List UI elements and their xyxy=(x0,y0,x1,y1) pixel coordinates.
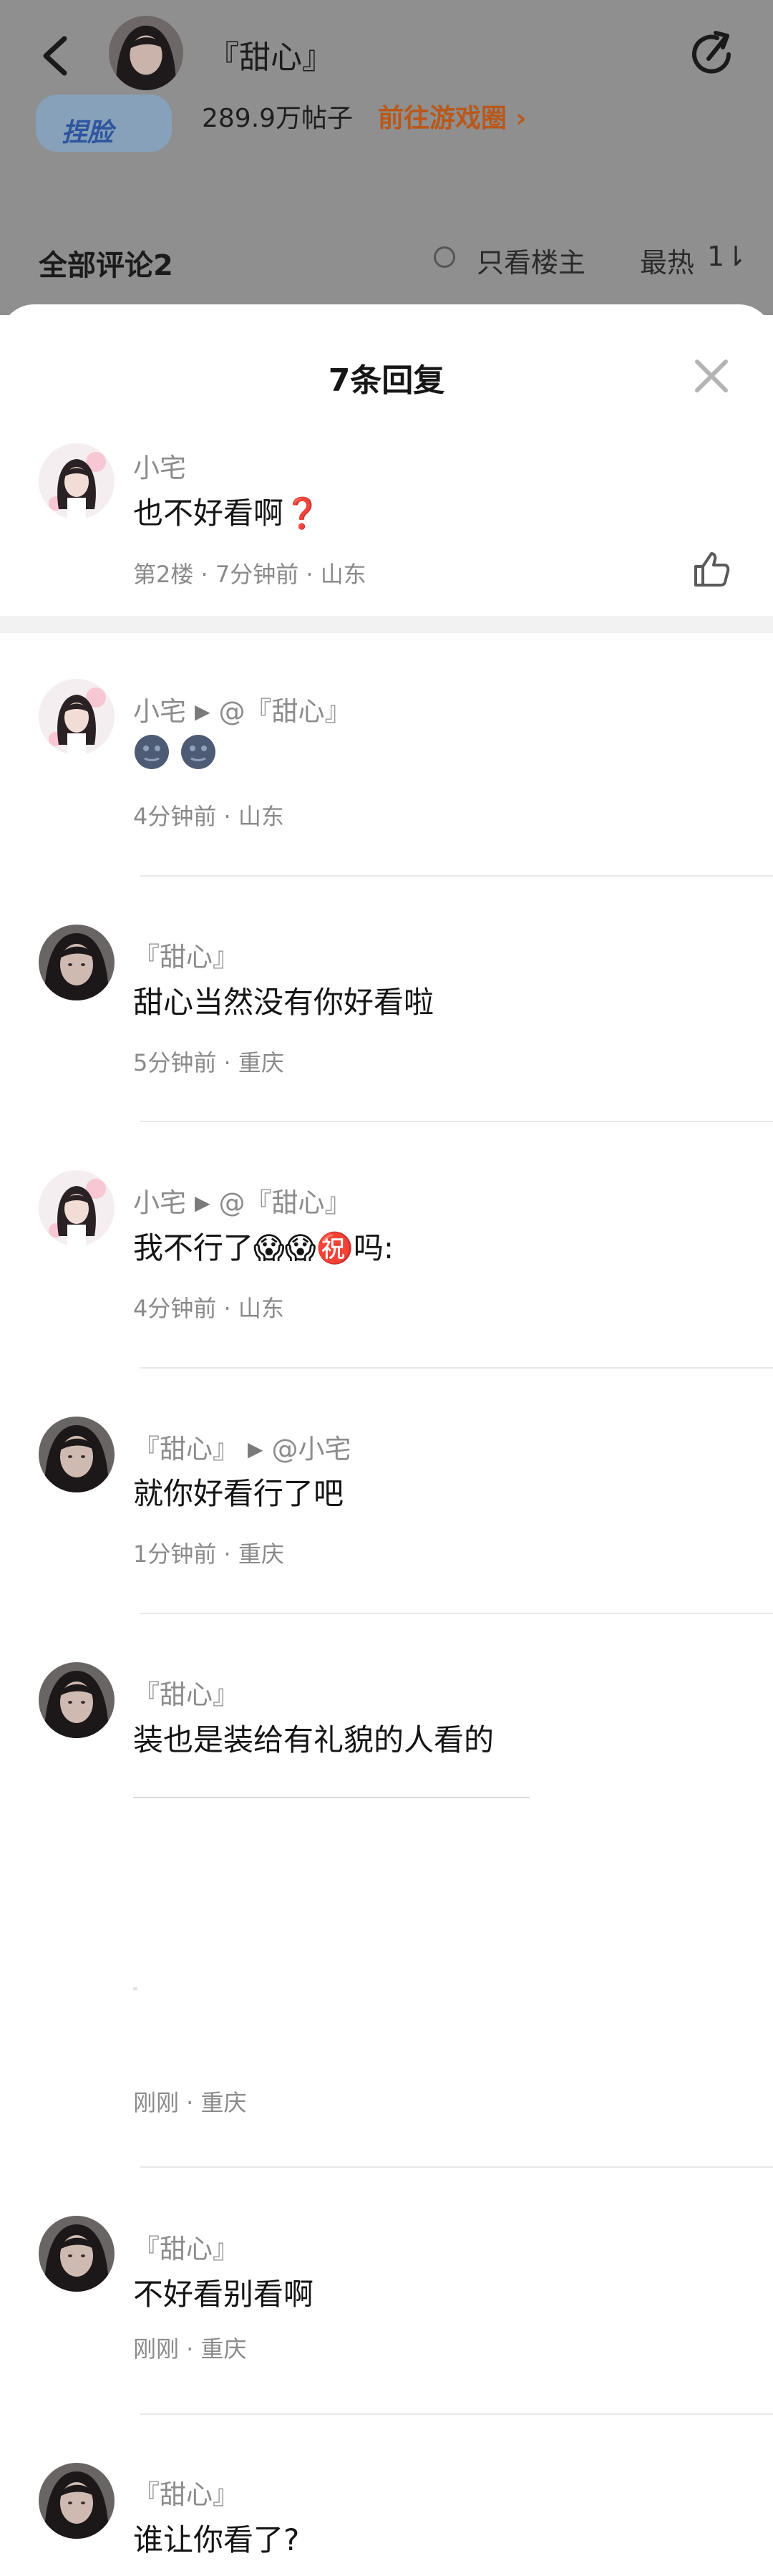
divider xyxy=(140,1121,773,1122)
game-circle-link[interactable]: 前往游戏圈 › xyxy=(378,97,526,135)
reply-meta: 刚刚 · 重庆 xyxy=(133,2089,247,2116)
share-arrow-icon xyxy=(692,31,731,74)
back-button[interactable] xyxy=(29,27,86,85)
divider xyxy=(140,1367,773,1369)
reply-author-line: 小宅 ▶ @『甜心』 xyxy=(133,1181,351,1220)
header-avatar[interactable] xyxy=(109,16,183,90)
chevron-left-icon xyxy=(43,36,67,76)
thumbs-up-icon xyxy=(694,552,730,587)
reply-meta: 5分钟前 · 重庆 xyxy=(133,1049,284,1076)
share-button[interactable] xyxy=(684,26,742,83)
avatar[interactable] xyxy=(39,679,115,755)
reply-author[interactable]: 小宅 xyxy=(133,1187,186,1218)
new-moon-face-icon xyxy=(135,734,169,769)
game-post-count: 289.9万帖子 xyxy=(202,104,354,133)
reply-meta: 刚刚 · 重庆 xyxy=(133,2335,247,2363)
reply-meta: 4分钟前 · 山东 xyxy=(133,1295,284,1322)
divider xyxy=(140,875,773,877)
top-header: 『甜心』 xyxy=(0,0,773,107)
content-underline xyxy=(133,1797,530,1798)
divider xyxy=(140,1613,773,1614)
reply-author[interactable]: 『甜心』 xyxy=(133,942,239,973)
reply-author[interactable]: 『甜心』 xyxy=(133,1434,239,1465)
like-button[interactable] xyxy=(691,549,731,589)
avatar[interactable] xyxy=(39,2216,115,2292)
reply-target[interactable]: @小宅 xyxy=(272,1434,351,1465)
game-logo[interactable]: 捏脸 xyxy=(36,95,172,152)
sheet-title: 7条回复 xyxy=(328,362,445,399)
header-title: 『甜心』 xyxy=(208,39,334,76)
reply-text: 就你好看行了吧 xyxy=(133,1476,344,1511)
reply-author-line: 『甜心』 xyxy=(133,1673,239,1712)
reply-arrow-icon: ▶ xyxy=(195,1191,210,1215)
reply-target[interactable]: @『甜心』 xyxy=(219,696,351,727)
reply-arrow-icon: ▶ xyxy=(195,700,210,723)
reply-text: 不好看别看啊 xyxy=(133,2277,314,2312)
comment-author[interactable]: 小宅 xyxy=(133,446,186,485)
reply-text: 甜心当然没有你好看啦 xyxy=(133,985,434,1020)
divider xyxy=(140,2166,773,2168)
close-icon xyxy=(695,360,728,392)
sort-hot-button[interactable]: 最热 xyxy=(640,241,694,280)
avatar[interactable] xyxy=(39,1662,115,1738)
reply-author-line: 『甜心』 ▶ @小宅 xyxy=(133,1427,351,1466)
reply-author[interactable]: 『甜心』 xyxy=(133,2234,239,2264)
reply-author-line: 『甜心』 xyxy=(133,2227,239,2266)
avatar[interactable] xyxy=(39,1417,115,1492)
avatar[interactable] xyxy=(39,443,115,519)
new-moon-face-icon xyxy=(181,734,216,769)
comment-text: 也不好看啊❓ xyxy=(133,496,321,531)
all-comments-heading: 全部评论2 xyxy=(39,249,173,282)
reply-meta: 4分钟前 · 山东 xyxy=(133,803,284,830)
reply-author-line: 小宅 ▶ @『甜心』 xyxy=(133,690,351,728)
avatar[interactable] xyxy=(39,925,115,1000)
reply-target[interactable]: @『甜心』 xyxy=(219,1187,351,1218)
reply-author-line: 『甜心』 xyxy=(133,2473,239,2512)
section-separator xyxy=(0,616,773,633)
reply-meta: 1分钟前 · 重庆 xyxy=(133,1540,284,1568)
reply-arrow-icon: ▶ xyxy=(248,1437,263,1461)
placeholder-mark xyxy=(133,1987,137,1990)
reply-author[interactable]: 『甜心』 xyxy=(133,1679,239,1710)
only-op-radio[interactable] xyxy=(434,246,455,268)
background-page: 『甜心』 捏脸 289.9万帖子 前往游戏圈 › 全部评论2 只看楼主 最热 1… xyxy=(0,0,773,315)
close-button[interactable] xyxy=(690,354,733,397)
avatar[interactable] xyxy=(39,2463,115,2539)
divider xyxy=(140,2413,773,2415)
reply-author-line: 『甜心』 xyxy=(133,935,239,974)
replies-sheet: 7条回复 小宅 也不好看啊❓ 第2楼 · 7分钟前 · 山东 小宅 ▶ @『甜心… xyxy=(0,304,773,2576)
reply-author[interactable]: 小宅 xyxy=(133,696,186,727)
reply-text: 谁让你看了? xyxy=(133,2522,300,2557)
reply-text: 装也是装给有礼貌的人看的 xyxy=(133,1722,495,1757)
reply-text xyxy=(133,732,217,771)
reply-text: 我不行了😱😱㊗️吗: xyxy=(133,1230,394,1265)
comment-meta: 第2楼 · 7分钟前 · 山东 xyxy=(133,561,366,588)
only-op-label[interactable]: 只看楼主 xyxy=(477,241,585,280)
reply-author[interactable]: 『甜心』 xyxy=(133,2479,239,2510)
avatar[interactable] xyxy=(39,1170,115,1246)
sort-icon[interactable]: 1⇂ xyxy=(707,241,747,272)
